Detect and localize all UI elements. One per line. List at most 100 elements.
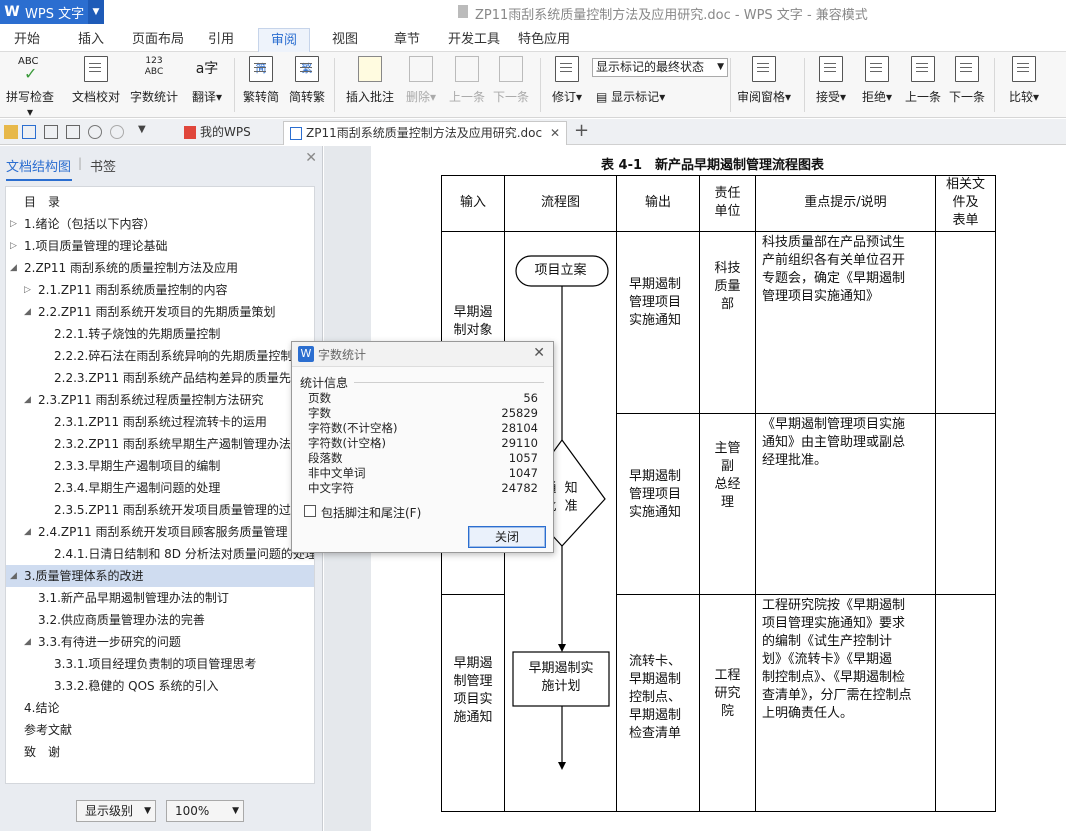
print-icon[interactable]	[44, 125, 58, 139]
markup-state-select[interactable]: 显示标记的最终状态 ▼	[592, 58, 728, 77]
tab-bookmarks[interactable]: 书签	[90, 156, 116, 175]
chevron-down-icon: ▼	[717, 62, 724, 72]
include-footnotes-checkbox[interactable]	[304, 505, 316, 517]
stat-value: 1047	[508, 466, 538, 480]
tab-chapter[interactable]: 章节	[386, 28, 428, 52]
outline-item[interactable]: 2.3.3.早期生产遏制项目的编制	[6, 455, 314, 477]
outline-item[interactable]: ◢ 2.4.ZP11 雨刮系统开发项目顾客服务质量管理	[6, 521, 314, 543]
expand-toggle-icon[interactable]: ◢	[10, 257, 20, 279]
display-level-select[interactable]: 显示级别 ▼	[76, 800, 156, 822]
outline-item[interactable]: ▷ 1.绪论（包括以下内容）	[6, 213, 314, 235]
quick-access-dropdown-icon[interactable]: ▼	[138, 124, 146, 135]
outline-item[interactable]: 3.2.供应商质量管理办法的完善	[6, 609, 314, 631]
flow-process-node: 早期遏制实 施计划	[528, 661, 594, 694]
prev-comment-button[interactable]: 上一条	[448, 56, 486, 105]
redo-icon[interactable]	[110, 125, 124, 139]
outline-item[interactable]: 致 谢	[6, 741, 314, 763]
reject-button[interactable]: 拒绝▾	[858, 56, 896, 105]
outline-item[interactable]: ◢ 3.质量管理体系的改进	[6, 565, 314, 587]
outline-item[interactable]: 2.2.1.转子烧蚀的先期质量控制	[6, 323, 314, 345]
expand-toggle-icon[interactable]: ◢	[24, 301, 34, 323]
open-folder-icon[interactable]	[4, 125, 18, 139]
tab-insert[interactable]: 插入	[70, 28, 112, 52]
expand-toggle-icon[interactable]: ◢	[24, 521, 34, 543]
outline-item[interactable]: ◢ 2.ZP11 雨刮系统的质量控制方法及应用	[6, 257, 314, 279]
outline-item[interactable]: 2.2.3.ZP11 雨刮系统产品结构差异的质量先期控制	[6, 367, 314, 389]
tab-special[interactable]: 特色应用	[510, 28, 578, 52]
outline-item[interactable]: 2.3.2.ZP11 雨刮系统早期生产遏制管理办法	[6, 433, 314, 455]
stat-value: 25829	[501, 406, 538, 420]
expand-toggle-icon[interactable]: ◢	[24, 631, 34, 653]
track-changes-button[interactable]: 修订▾	[548, 56, 586, 105]
print-preview-icon[interactable]	[66, 125, 80, 139]
outline-item[interactable]: 目 录	[6, 191, 314, 213]
outline-item[interactable]: 3.3.2.稳健的 QOS 系统的引入	[6, 675, 314, 697]
close-button[interactable]: 关闭	[468, 526, 546, 548]
stat-row: 中文字符 24782	[308, 481, 538, 495]
tab-developer[interactable]: 开发工具	[440, 28, 508, 52]
word-count-button[interactable]: 123 ABC 字数统计	[128, 56, 180, 105]
stat-row: 段落数 1057	[308, 451, 538, 465]
tab-current-document[interactable]: ZP11雨刮系统质量控制方法及应用研究.doc ✕	[283, 121, 567, 145]
app-menu-button[interactable]: W WPS 文字 ▼	[0, 0, 104, 24]
tab-page-layout[interactable]: 页面布局	[124, 28, 192, 52]
outline-item[interactable]: 2.3.5.ZP11 雨刮系统开发项目质量管理的过程	[6, 499, 314, 521]
outline-item[interactable]: 2.3.4.早期生产遏制问题的处理	[6, 477, 314, 499]
expand-toggle-icon[interactable]: ◢	[24, 389, 34, 411]
review-pane-button[interactable]: 审阅窗格▾	[734, 56, 794, 105]
trad-to-simp-button[interactable]: 简 繁转简	[240, 56, 282, 105]
stat-label: 字数	[308, 406, 331, 420]
outline-item-label: 2.3.5.ZP11 雨刮系统开发项目质量管理的过程	[54, 503, 303, 517]
outline-item-label: 1.项目质量管理的理论基础	[24, 239, 168, 253]
tab-view[interactable]: 视图	[324, 28, 366, 52]
close-icon[interactable]: ✕	[533, 345, 545, 361]
prev-change-button[interactable]: 上一条	[904, 56, 942, 105]
close-icon[interactable]: ✕	[550, 122, 560, 144]
new-tab-button[interactable]: +	[574, 120, 589, 141]
tab-my-wps[interactable]: 我的WPS	[178, 121, 282, 145]
tab-document-map[interactable]: 文档结构图	[6, 156, 73, 181]
unit-cell-1: 科技 质量 部	[699, 231, 756, 414]
outline-item[interactable]: ▷ 2.1.ZP11 雨刮系统质量控制的内容	[6, 279, 314, 301]
tab-start[interactable]: 开始	[6, 28, 48, 52]
dialog-title-bar[interactable]: W 字数统计 ✕	[292, 342, 553, 367]
insert-comment-button[interactable]: 插入批注	[344, 56, 396, 105]
outline-item[interactable]: ◢ 3.3.有待进一步研究的问题	[6, 631, 314, 653]
outline-item[interactable]: 2.4.1.日清日结制和 8D 分析法对质量问题的处理	[6, 543, 314, 565]
compare-button[interactable]: 比较▾	[1004, 56, 1044, 105]
outline-item-label: 2.2.ZP11 雨刮系统开发项目的先期质量策划	[38, 305, 276, 319]
save-icon[interactable]	[22, 125, 36, 139]
delete-comment-button[interactable]: 删除▾	[402, 56, 440, 105]
expand-toggle-icon[interactable]: ◢	[10, 565, 20, 587]
table-title: 表 4-1 新产品早期遏制管理流程图表	[601, 158, 825, 173]
outline-item[interactable]: ◢ 2.3.ZP11 雨刮系统过程质量控制方法研究	[6, 389, 314, 411]
tab-review[interactable]: 审阅	[258, 28, 310, 52]
outline-item[interactable]: 3.3.1.项目经理负责制的项目管理思考	[6, 653, 314, 675]
spellcheck-button[interactable]: ABC ✓ 拼写检查▾	[4, 56, 56, 119]
simp-to-trad-button[interactable]: 繁 简转繁	[286, 56, 328, 105]
outline-item[interactable]: 2.2.2.碎石法在雨刮系统异响的先期质量控制	[6, 345, 314, 367]
outline-item-label: 目 录	[24, 195, 61, 209]
outline-item[interactable]: ▷ 1.项目质量管理的理论基础	[6, 235, 314, 257]
stat-value: 29110	[501, 436, 538, 450]
undo-icon[interactable]	[88, 125, 102, 139]
chevron-down-icon[interactable]: ▼	[88, 0, 104, 24]
output-cell-3: 流转卡、 早期遏制 控制点、 早期遏制 检查清单	[616, 594, 700, 812]
doc-proof-button[interactable]: 文档校对	[70, 56, 122, 105]
expand-toggle-icon[interactable]: ▷	[24, 279, 34, 301]
outline-item[interactable]: 2.3.1.ZP11 雨刮系统过程流转卡的运用	[6, 411, 314, 433]
outline-item[interactable]: 3.1.新产品早期遏制管理办法的制订	[6, 587, 314, 609]
accept-button[interactable]: 接受▾	[812, 56, 850, 105]
show-markup-button[interactable]: ▤ 显示标记▾	[596, 88, 680, 105]
outline-item[interactable]: 参考文献	[6, 719, 314, 741]
expand-toggle-icon[interactable]: ▷	[10, 213, 20, 235]
close-icon[interactable]: ✕	[305, 150, 317, 166]
expand-toggle-icon[interactable]: ▷	[10, 235, 20, 257]
outline-item[interactable]: 4.结论	[6, 697, 314, 719]
next-comment-button[interactable]: 下一条	[492, 56, 530, 105]
outline-item[interactable]: ◢ 2.2.ZP11 雨刮系统开发项目的先期质量策划	[6, 301, 314, 323]
tab-references[interactable]: 引用	[200, 28, 242, 52]
next-change-button[interactable]: 下一条	[948, 56, 986, 105]
zoom-select[interactable]: 100% ▼	[166, 800, 244, 822]
translate-button[interactable]: a字 翻译▾	[186, 56, 228, 105]
